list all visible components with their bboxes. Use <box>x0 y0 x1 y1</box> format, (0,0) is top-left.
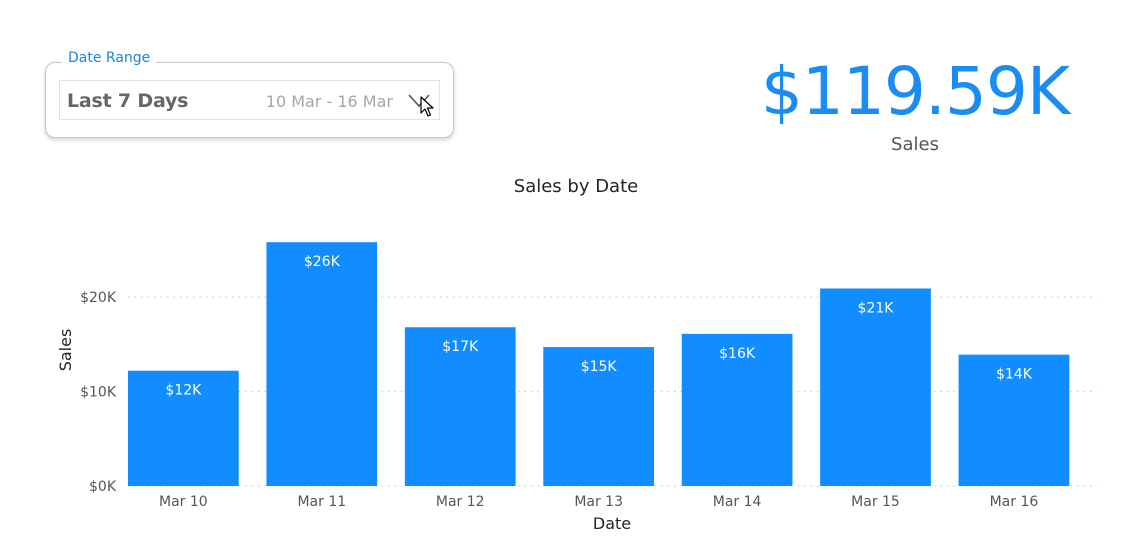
x-tick-label: Mar 13 <box>574 494 623 510</box>
y-axis-title: Sales <box>56 329 75 372</box>
x-tick-label: Mar 15 <box>851 494 900 510</box>
bar-mar-15[interactable] <box>820 288 931 486</box>
x-axis-title: Date <box>593 514 631 533</box>
bar-data-label: $16K <box>719 346 756 362</box>
bar-mar-11[interactable] <box>266 242 378 486</box>
y-tick-label: $20K <box>80 290 117 306</box>
chart-title: Sales by Date <box>514 176 638 197</box>
x-tick-label: Mar 16 <box>990 494 1039 510</box>
x-tick-label: Mar 10 <box>159 494 208 510</box>
y-tick-label: $0K <box>89 479 117 495</box>
bar-data-label: $15K <box>581 359 618 375</box>
bar-data-label: $17K <box>442 339 479 355</box>
bar-data-label: $14K <box>996 367 1033 383</box>
x-tick-label: Mar 14 <box>713 494 762 510</box>
sales-by-date-chart: Sales by Date $0K $10K $20K $12K $26K $17K $1… <box>56 176 1097 533</box>
x-tick-label: Mar 11 <box>297 494 346 510</box>
bar-data-label: $21K <box>858 300 895 316</box>
bar-data-label: $26K <box>304 254 341 270</box>
bar-data-label: $12K <box>165 383 202 399</box>
x-tick-label: Mar 12 <box>436 494 485 510</box>
y-tick-label: $10K <box>80 385 117 401</box>
